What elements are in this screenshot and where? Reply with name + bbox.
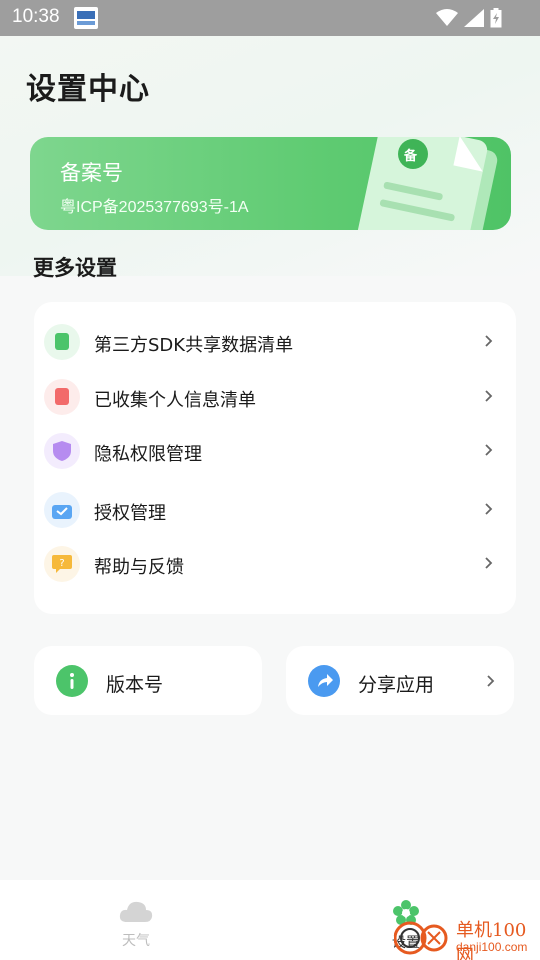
tab-label: 天气 [122,933,150,949]
battery-icon [490,8,502,28]
record-label: 备案号 [60,161,123,185]
share-app-card[interactable]: 分享应用 [286,646,514,715]
chevron-right-icon [485,390,493,402]
chevron-right-icon [485,503,493,515]
settings-item-authorization[interactable]: 授权管理 [34,486,516,536]
settings-item-label: 帮助与反馈 [94,557,184,578]
book-icon [44,324,80,360]
share-icon [308,665,340,697]
help-chat-icon: ? [44,546,80,582]
section-title-more-settings: 更多设置 [33,256,117,280]
shield-icon [44,433,80,469]
briefcase-check-icon [44,492,80,528]
notification-app-icon [74,7,98,29]
document-icon [44,379,80,415]
settings-item-label: 授权管理 [94,503,166,524]
version-card[interactable]: 版本号 [34,646,262,715]
watermark-mascot-icon [394,921,448,955]
record-stamp-text: 备 [404,149,418,164]
status-bar: 10:38 [0,0,540,36]
chevron-right-icon [485,557,493,569]
settings-item-personal-info[interactable]: 已收集个人信息清单 [34,373,516,423]
settings-list: 第三方SDK共享数据清单 已收集个人信息清单 隐私权限管理 授权管理 ? 帮助与… [34,302,516,614]
record-card: 备案号 粤ICP备2025377693号-1A 备 [30,137,511,230]
settings-item-sdk-list[interactable]: 第三方SDK共享数据清单 [34,318,516,368]
chevron-right-icon [487,675,495,687]
chevron-right-icon [485,335,493,347]
settings-item-privacy[interactable]: 隐私权限管理 [34,427,516,477]
watermark-text-en: danji100.com [456,940,528,954]
record-number: 粤ICP备2025377693号-1A [60,199,249,216]
cloud-icon [119,901,153,922]
version-label: 版本号 [106,674,164,696]
info-icon [56,665,88,697]
status-time: 10:38 [12,6,60,27]
settings-item-help-feedback[interactable]: ? 帮助与反馈 [34,540,516,590]
settings-item-label: 已收集个人信息清单 [94,390,256,411]
chevron-right-icon [485,444,493,456]
signal-icon [464,9,484,27]
watermark-logo: 单机100网 danji100.com [394,912,540,960]
share-label: 分享应用 [358,674,435,696]
page-title: 设置中心 [26,72,150,107]
wifi-icon [436,9,458,26]
tab-weather[interactable]: 天气 [110,898,162,950]
svg-text:?: ? [59,558,64,569]
certificate-document-icon [356,137,498,230]
settings-item-label: 隐私权限管理 [94,444,202,465]
status-icons [436,8,502,28]
settings-item-label: 第三方SDK共享数据清单 [94,335,294,356]
